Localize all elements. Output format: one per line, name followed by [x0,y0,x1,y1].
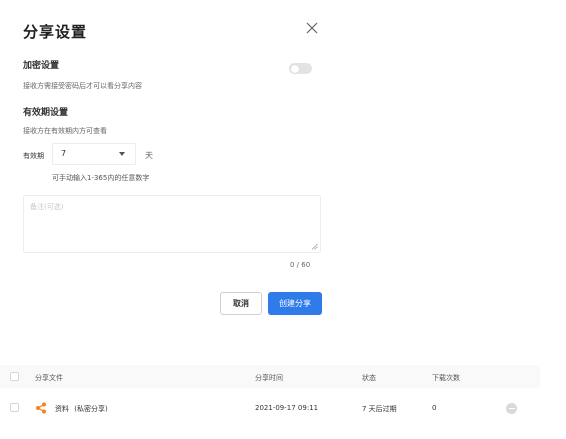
caret-down-icon [119,152,125,156]
validity-select[interactable]: 7 [52,143,136,165]
row-downloads: 0 [432,404,437,412]
table-header: 分享文件 分享时间 状态 下载次数 [0,365,540,388]
create-share-button[interactable]: 创建分享 [268,292,322,315]
row-share-time: 2021-09-17 09:11 [255,404,319,412]
close-icon[interactable] [304,20,320,36]
table-row[interactable]: 资料 (私密分享) 2021-09-17 09:11 7 天后过期 0 [0,396,540,420]
share-icon [36,402,46,414]
note-textarea[interactable]: 备注(可选) [23,195,321,253]
validity-hint: 可手动输入1-365内的任意数字 [52,174,150,182]
file-share-tag: (私密分享) [74,405,108,413]
encrypt-section-desc: 接收方需接受密码后才可以看分享内容 [23,82,142,90]
encrypt-toggle[interactable] [289,63,312,74]
row-file-name[interactable]: 资料 (私密分享) [55,404,108,414]
note-char-counter: 0 / 60 [290,261,311,269]
note-placeholder: 备注(可选) [30,203,64,211]
row-checkbox[interactable] [10,403,19,412]
header-file: 分享文件 [35,374,63,382]
cancel-button[interactable]: 取消 [220,292,262,315]
header-status: 状态 [362,374,376,382]
toggle-knob [291,64,299,73]
share-settings-dialog: 分享设置 加密设置 接收方需接受密码后才可以看分享内容 有效期设置 接收方在有效… [0,0,345,335]
file-name: 资料 [55,405,69,413]
validity-unit: 天 [145,151,153,160]
row-action-icon[interactable] [506,403,517,414]
encrypt-section-title: 加密设置 [23,61,60,71]
share-table: 分享文件 分享时间 状态 下载次数 资料 (私密分享) 2021-09-17 0… [0,365,540,439]
dialog-title: 分享设置 [23,23,88,41]
row-status: 7 天后过期 [362,405,397,413]
validity-section-title: 有效期设置 [23,108,69,118]
resize-handle-icon[interactable] [311,243,318,250]
header-downloads: 下载次数 [432,374,460,382]
header-time: 分享时间 [255,374,283,382]
select-all-checkbox[interactable] [10,372,19,381]
validity-value: 7 [61,149,67,158]
validity-section-desc: 接收方在有效期内方可查看 [23,127,107,135]
validity-label: 有效期 [23,152,44,160]
